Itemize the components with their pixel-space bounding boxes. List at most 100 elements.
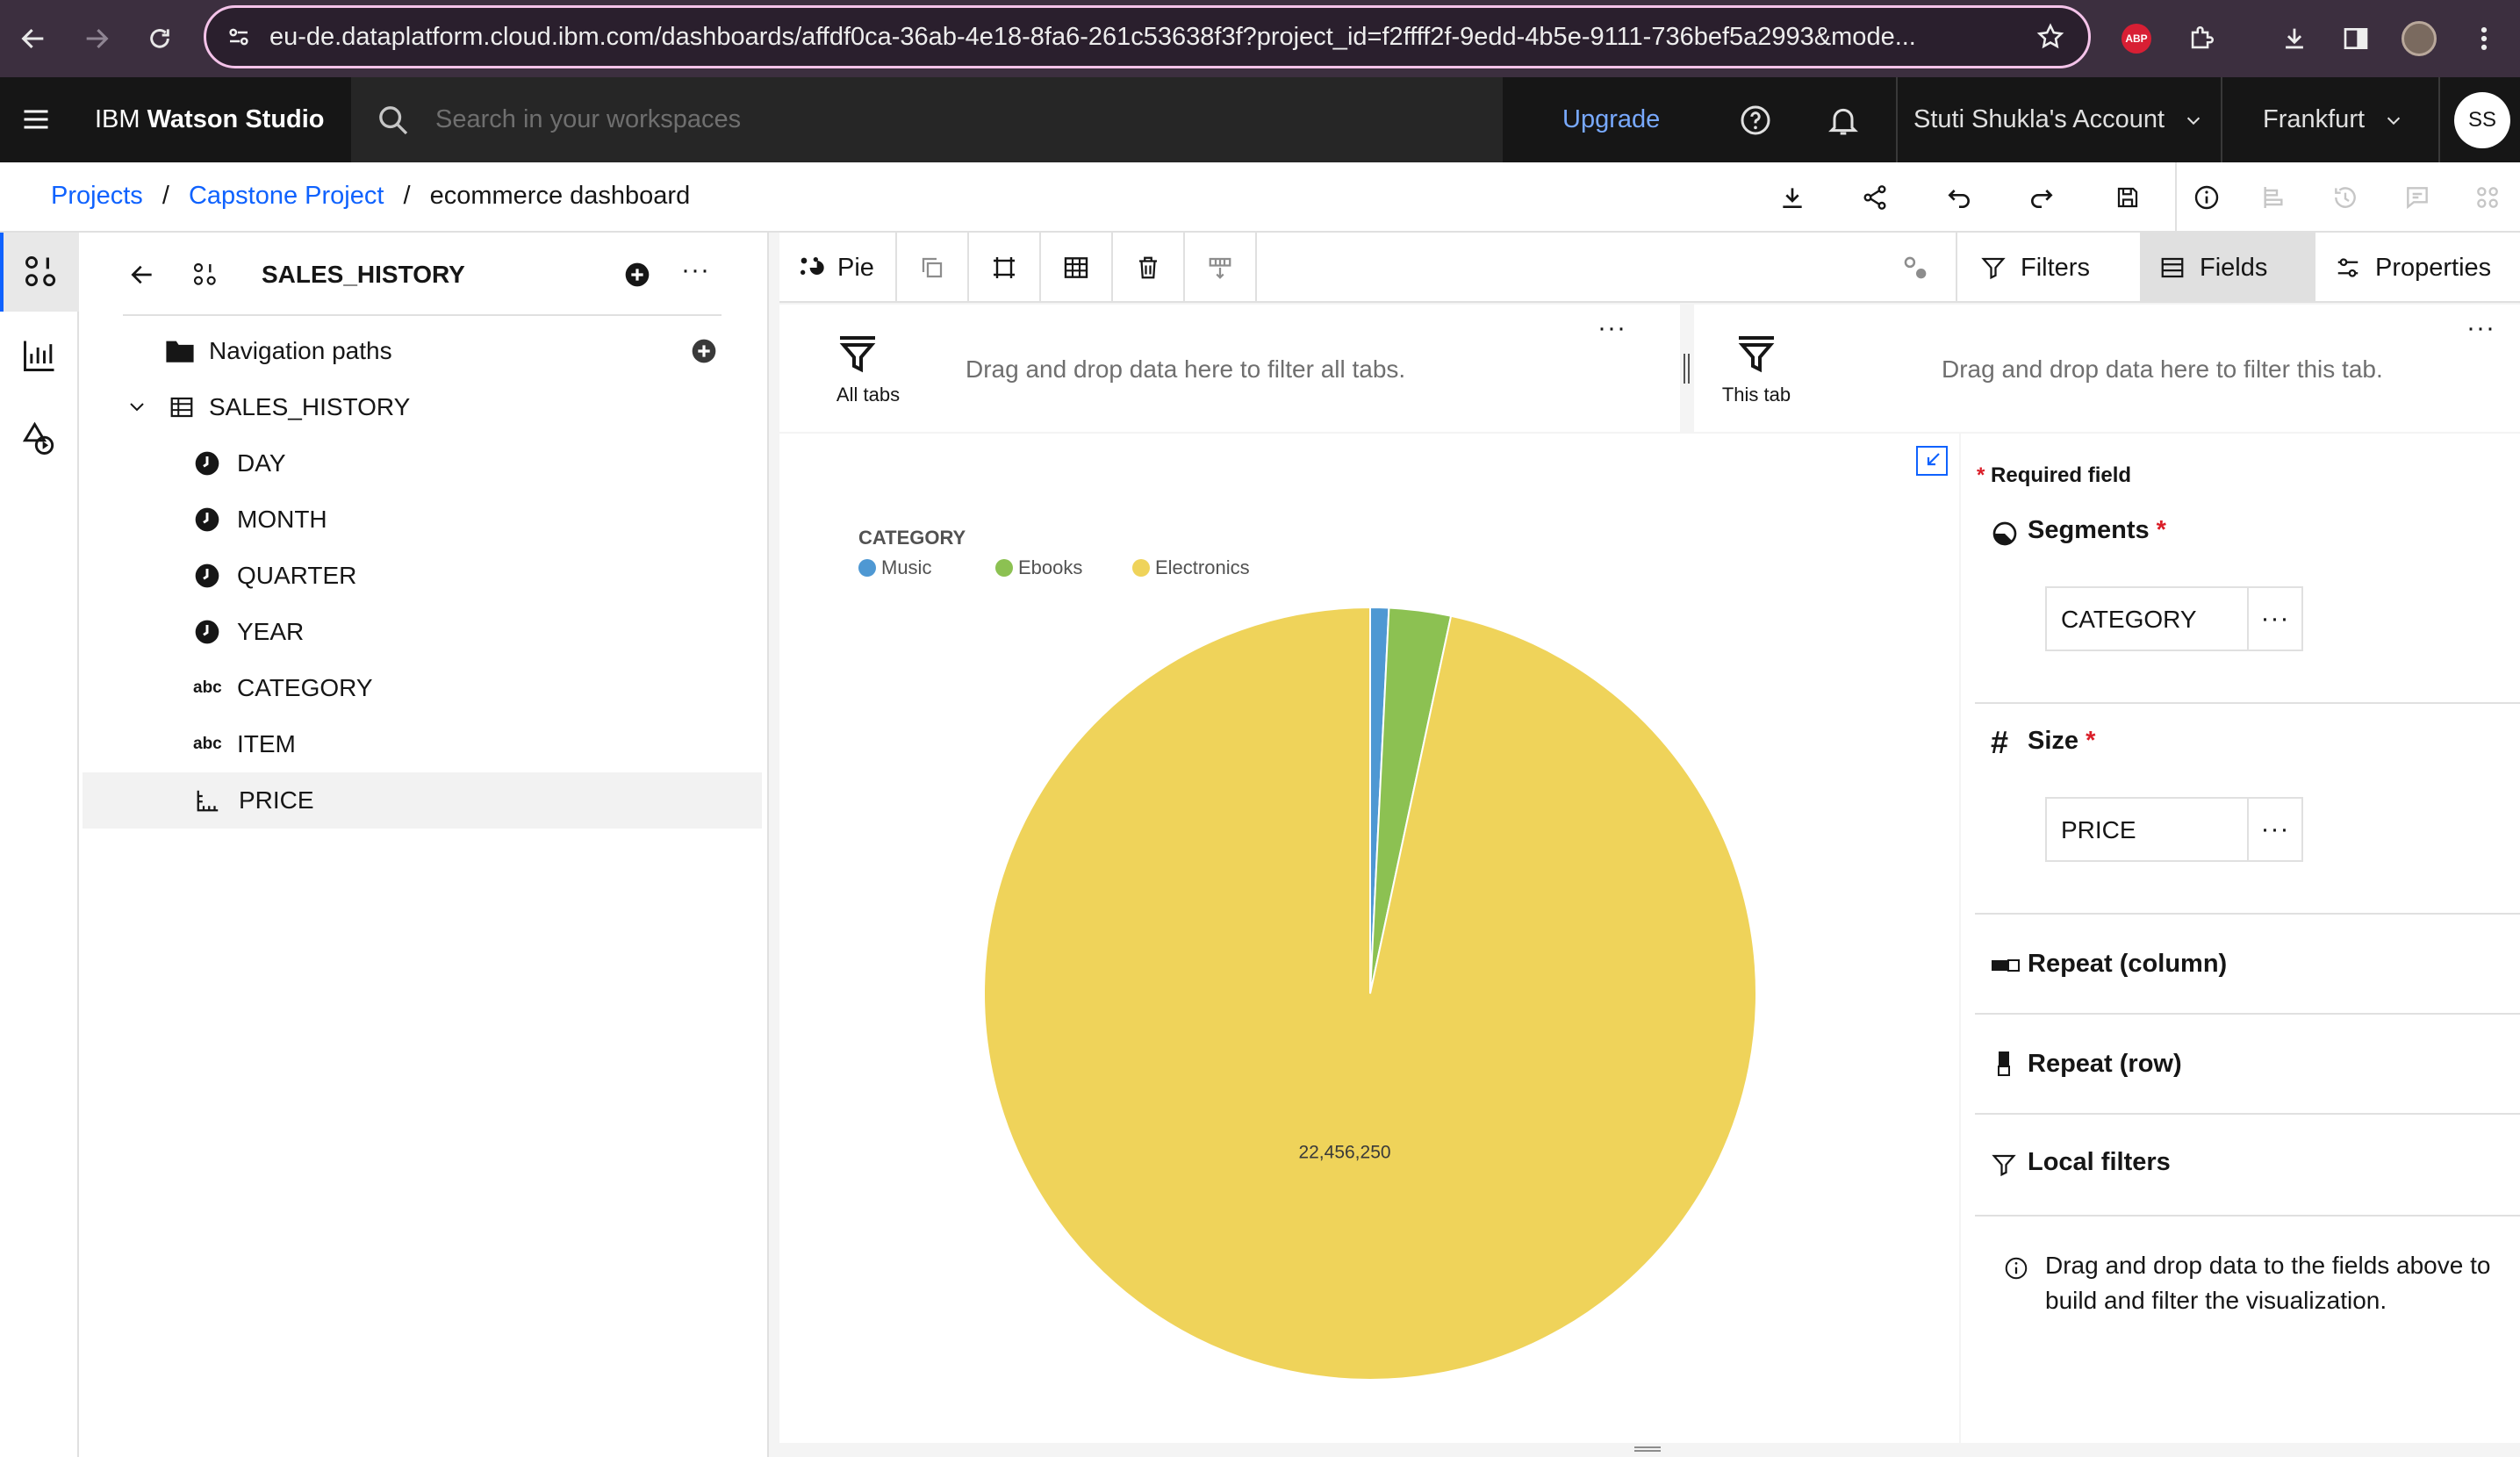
table-icon xyxy=(169,394,195,420)
visualizations-icon[interactable] xyxy=(0,316,79,395)
app-header: IBM Watson Studio Search in your workspa… xyxy=(0,77,2520,162)
breadcrumb-capstone-project[interactable]: Capstone Project xyxy=(189,182,384,210)
undo-icon[interactable] xyxy=(1942,180,1977,215)
local-filters-label: Local filters xyxy=(2028,1148,2171,1176)
field-label: CATEGORY xyxy=(237,674,373,701)
all-tabs-filter-dropzone[interactable]: All tabs Drag and drop data here to filt… xyxy=(779,305,1680,432)
breadcrumb-projects[interactable]: Projects xyxy=(51,182,143,210)
field-item-category[interactable]: abc CATEGORY xyxy=(81,660,761,716)
back-arrow-icon[interactable] xyxy=(128,261,156,289)
field-item-price[interactable]: PRICE xyxy=(83,772,762,829)
segments-field-slot[interactable]: CATEGORY ··· xyxy=(2045,586,2303,651)
redo-icon[interactable] xyxy=(2024,180,2059,215)
field-item-quarter[interactable]: QUARTER xyxy=(81,548,761,604)
field-item-item[interactable]: abc ITEM xyxy=(81,716,761,772)
table-label: SALES_HISTORY xyxy=(209,393,411,420)
profile-avatar[interactable] xyxy=(2398,18,2440,60)
chevron-down-icon xyxy=(2387,117,2401,125)
repeat-row-section[interactable]: Repeat (row) xyxy=(1975,1015,2520,1115)
viz-type-icon xyxy=(801,257,824,275)
widgets-shapes-icon[interactable] xyxy=(0,399,79,478)
repeat-row-icon xyxy=(1996,1050,2012,1078)
adblock-extension-icon[interactable]: ABP xyxy=(2115,18,2157,60)
all-tabs-label: All tabs xyxy=(836,384,901,406)
overflow-menu-icon[interactable]: ··· xyxy=(2247,799,2301,860)
help-icon[interactable] xyxy=(1738,77,1773,162)
download-icon[interactable] xyxy=(1775,180,1810,215)
data-label: 22,456,250 xyxy=(1298,1142,1390,1162)
info-icon[interactable] xyxy=(2189,180,2224,215)
export-icon[interactable] xyxy=(1185,233,1257,303)
focus-icon[interactable] xyxy=(969,233,1041,303)
field-label: QUARTER xyxy=(237,562,357,589)
upgrade-link[interactable]: Upgrade xyxy=(1562,77,1660,162)
delete-icon[interactable] xyxy=(1113,233,1185,303)
duplicate-icon[interactable] xyxy=(897,233,969,303)
size-section: # Size * PRICE ··· xyxy=(1975,704,2520,915)
layout-icon xyxy=(2256,180,2291,215)
link-icon[interactable] xyxy=(1901,254,1931,284)
clock-icon xyxy=(193,449,221,477)
account-switcher[interactable]: Stuti Shukla's Account xyxy=(1913,77,2203,162)
share-icon[interactable] xyxy=(1857,180,1892,215)
address-bar[interactable]: eu-de.dataplatform.cloud.ibm.com/dashboa… xyxy=(204,5,2091,68)
breadcrumb: Projects / Capstone Project / ecommerce … xyxy=(51,182,690,211)
data-sources-icon[interactable] xyxy=(0,233,79,312)
extensions-puzzle-icon[interactable] xyxy=(2180,18,2222,60)
global-search[interactable]: Search in your workspaces xyxy=(351,77,1503,162)
bookmark-star-icon[interactable] xyxy=(2035,22,2065,52)
overflow-menu-icon[interactable]: ··· xyxy=(681,257,710,284)
repeat-column-section[interactable]: Repeat (column) xyxy=(1975,915,2520,1015)
data-table-icon[interactable] xyxy=(1041,233,1113,303)
overflow-menu-icon[interactable]: ··· xyxy=(1597,315,1626,341)
this-tab-hint: Drag and drop data here to filter this t… xyxy=(1942,355,2383,383)
browser-toolbar: eu-de.dataplatform.cloud.ibm.com/dashboa… xyxy=(0,0,2520,77)
chevron-down-icon[interactable] xyxy=(126,397,147,418)
url-text[interactable]: eu-de.dataplatform.cloud.ibm.com/dashboa… xyxy=(269,23,2034,52)
pie-slice-electronics[interactable] xyxy=(983,606,1757,1381)
field-item-day[interactable]: DAY xyxy=(81,435,761,492)
viz-type-selector[interactable]: Pie xyxy=(779,233,897,303)
breadcrumb-current: ecommerce dashboard xyxy=(429,182,691,210)
field-item-month[interactable]: MONTH xyxy=(81,492,761,548)
download-icon[interactable] xyxy=(2273,18,2315,60)
clock-icon xyxy=(193,618,221,646)
side-panel-icon[interactable] xyxy=(2335,18,2377,60)
filter-splitter[interactable] xyxy=(1680,305,1694,432)
navigation-paths-row[interactable]: Navigation paths xyxy=(81,323,761,379)
add-circle-icon[interactable] xyxy=(623,261,651,289)
bottom-resize-handle[interactable] xyxy=(1634,1446,1661,1452)
this-tab-label: This tab xyxy=(1721,384,1791,406)
breadcrumb-toolbar: Projects / Capstone Project / ecommerce … xyxy=(0,162,2520,233)
forward-arrow-icon[interactable] xyxy=(75,18,118,60)
hamburger-menu-icon[interactable] xyxy=(19,104,53,135)
local-filters-section[interactable]: Local filters xyxy=(1975,1115,2520,1217)
this-tab-filter-dropzone[interactable]: This tab Drag and drop data here to filt… xyxy=(1694,305,2520,432)
info-icon xyxy=(2003,1255,2029,1281)
region-switcher[interactable]: Frankfurt xyxy=(2263,77,2403,162)
tab-fields[interactable]: Fields xyxy=(2140,233,2315,303)
save-icon[interactable] xyxy=(2110,180,2145,215)
search-icon xyxy=(376,103,411,138)
overflow-menu-icon[interactable]: ··· xyxy=(2247,588,2301,650)
user-avatar[interactable]: SS xyxy=(2454,77,2510,162)
site-settings-icon[interactable] xyxy=(226,24,252,50)
product-name[interactable]: IBM Watson Studio xyxy=(95,105,325,134)
overflow-menu-icon[interactable]: ··· xyxy=(2466,315,2495,341)
visualization-widget[interactable]: CATEGORY Music Ebooks Electronics 22,456,2… xyxy=(779,434,1959,1443)
notification-bell-icon[interactable] xyxy=(1826,77,1861,162)
field-item-year[interactable]: YEAR xyxy=(81,604,761,660)
size-field-slot[interactable]: PRICE ··· xyxy=(2045,797,2303,862)
hash-icon: # xyxy=(1991,724,2009,760)
table-row-sales-history[interactable]: SALES_HISTORY xyxy=(81,379,761,435)
back-arrow-icon[interactable] xyxy=(12,18,54,60)
breadcrumb-separator: / xyxy=(162,182,169,210)
browser-menu-icon[interactable] xyxy=(2463,18,2505,60)
search-input[interactable]: Search in your workspaces xyxy=(435,105,741,134)
reload-icon[interactable] xyxy=(139,18,181,60)
tab-filters[interactable]: Filters xyxy=(1961,233,2140,303)
breadcrumb-separator: / xyxy=(403,182,411,210)
add-circle-icon[interactable] xyxy=(690,337,718,365)
history-icon xyxy=(2328,180,2363,215)
tab-properties[interactable]: Properties xyxy=(2315,233,2520,303)
